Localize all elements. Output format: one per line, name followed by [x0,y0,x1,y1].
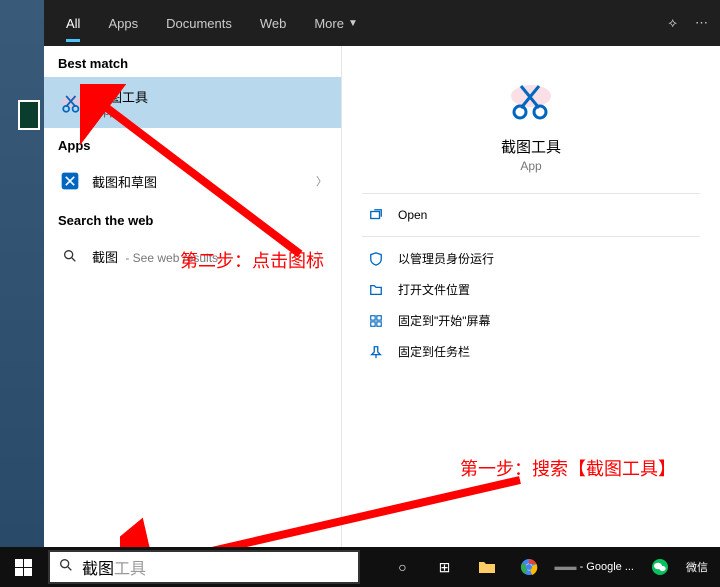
snip-sketch-icon [58,169,82,193]
action-pin-taskbar[interactable]: 固定到任务栏 [362,336,700,367]
start-button[interactable] [0,547,46,587]
search-icon [58,244,82,268]
taskbar-search-box[interactable]: 截图工具 [48,550,360,584]
feedback-icon[interactable]: ⟡ [668,15,677,31]
chevron-right-icon: 〉 [316,173,327,189]
shield-icon [368,251,384,267]
windows-logo-icon [15,559,32,576]
action-open-location[interactable]: 打开文件位置 [362,274,700,305]
search-panel: Best match 截图工具 App Apps 截图和草图 〉 Search … [44,46,720,547]
pin-taskbar-icon [368,344,384,360]
web-search-query: 截图 - See web results [92,247,218,266]
taskbar-taskview[interactable]: ⊞ [425,547,465,587]
taskbar-cortana[interactable]: ○ [383,547,423,587]
pin-start-icon [368,313,384,329]
folder-icon [368,282,384,298]
section-search-web: Search the web [44,203,341,234]
taskbar-explorer[interactable] [467,547,507,587]
section-apps: Apps [44,128,341,159]
action-pin-start[interactable]: 固定到"开始"屏幕 [362,305,700,336]
snipping-tool-icon-large [507,76,555,124]
app-name: 截图工具 [501,136,561,157]
web-search-item[interactable]: 截图 - See web results 〉 [44,234,341,278]
chevron-right-icon: 〉 [316,248,327,264]
desktop-strip [0,0,44,547]
action-run-admin[interactable]: 以管理员身份运行 [362,243,700,274]
search-typed-text: 截图 [82,555,114,579]
more-options-icon[interactable]: ⋯ [695,15,708,31]
taskbar-window-title[interactable]: ▬▬ - Google ... [555,561,634,573]
section-best-match: Best match [44,46,341,77]
app-result-item[interactable]: 截图和草图 〉 [44,159,341,203]
divider [362,236,700,237]
search-icon [58,557,74,578]
desktop-thumb [18,100,40,130]
search-tabs: All Apps Documents Web More▼ ⟡ ⋯ [44,0,720,46]
detail-column: 截图工具 App Open 以管理员身份运行 打开文件位置 固定到"开始"屏幕 … [342,46,720,547]
best-match-title: 截图工具 [96,87,148,106]
results-column: Best match 截图工具 App Apps 截图和草图 〉 Search … [44,46,342,547]
taskbar: 截图工具 ○ ⊞ ▬▬ - Google ... 微信 [0,547,720,587]
tab-web[interactable]: Web [246,0,301,46]
chevron-down-icon: ▼ [348,18,358,29]
app-result-title: 截图和草图 [92,172,157,191]
action-open[interactable]: Open [362,200,700,230]
app-hero: 截图工具 App [362,76,700,173]
open-icon [368,207,384,223]
tab-apps[interactable]: Apps [94,0,152,46]
best-match-subtitle: App [96,106,148,118]
taskbar-wechat-label[interactable]: 微信 [686,559,708,575]
search-autocomplete-ghost: 工具 [114,555,146,579]
divider [362,193,700,194]
taskbar-chrome[interactable] [509,547,549,587]
taskbar-wechat[interactable] [640,547,680,587]
best-match-item[interactable]: 截图工具 App [44,77,341,128]
tab-documents[interactable]: Documents [152,0,246,46]
tab-all[interactable]: All [52,0,94,46]
snipping-tool-icon [58,89,86,117]
app-type: App [520,159,541,173]
tab-more[interactable]: More▼ [300,0,372,46]
